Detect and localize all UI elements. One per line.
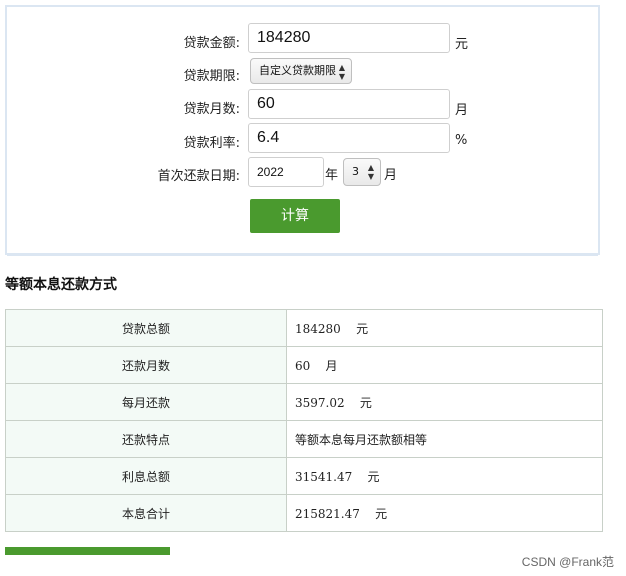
watermark: CSDN @Frank范	[521, 555, 614, 569]
amount-unit: 元	[455, 37, 469, 52]
select-arrows-icon: ▲ ▼	[338, 63, 345, 81]
table-row: 利息总额 31541.47 元	[5, 457, 603, 495]
term-select[interactable]: 自定义贷款期限 ▲ ▼	[250, 58, 352, 84]
row-unit: 元	[356, 321, 369, 336]
month-unit: 月	[384, 168, 398, 183]
rate-unit: %	[455, 133, 468, 148]
row-key: 每月还款	[5, 383, 287, 421]
loan-form-panel: 贷款金额: 184280 元 贷款期限: 自定义贷款期限 ▲ ▼ 贷款月数: 60…	[5, 5, 600, 256]
row-value-cell: 等额本息每月还款额相等	[286, 420, 603, 458]
table-row: 还款特点 等额本息每月还款额相等	[5, 420, 603, 458]
month-select[interactable]: 3 ▲ ▼	[343, 158, 381, 186]
row-key: 利息总额	[5, 457, 287, 495]
term-label: 贷款期限:	[183, 69, 240, 84]
row-unit: 元	[367, 469, 380, 484]
result-table: 贷款总额 184280 元 还款月数 60 月 每月还款 3597.02 元 还…	[5, 309, 603, 532]
row-value: 215821.47	[295, 506, 360, 521]
rate-label: 贷款利率:	[183, 136, 240, 151]
table-row: 每月还款 3597.02 元	[5, 383, 603, 421]
row-key: 还款特点	[5, 420, 287, 458]
row-key: 本息合计	[5, 494, 287, 532]
months-input[interactable]: 60	[248, 89, 450, 119]
row-value: 等额本息每月还款额相等	[295, 432, 428, 447]
table-row: 本息合计 215821.47 元	[5, 494, 603, 532]
amount-label: 贷款金额:	[183, 36, 240, 51]
term-select-value: 自定义贷款期限	[259, 64, 336, 77]
row-value-cell: 3597.02 元	[286, 383, 603, 421]
row-value-cell: 60 月	[286, 346, 603, 384]
row-key: 还款月数	[5, 346, 287, 384]
result-section-title: 等额本息还款方式	[5, 277, 117, 293]
row-unit: 元	[359, 395, 372, 410]
first-date-label: 首次还款日期:	[157, 169, 240, 184]
month-select-value: 3	[352, 165, 359, 178]
row-value: 3597.02	[295, 395, 345, 410]
months-label: 贷款月数:	[183, 102, 240, 117]
row-value-cell: 215821.47 元	[286, 494, 603, 532]
row-value: 31541.47	[295, 469, 353, 484]
table-row: 贷款总额 184280 元	[5, 309, 603, 347]
rate-input[interactable]: 6.4	[248, 123, 450, 153]
row-value-cell: 31541.47 元	[286, 457, 603, 495]
bottom-accent-bar	[5, 547, 170, 555]
months-unit: 月	[455, 103, 469, 118]
amount-input[interactable]: 184280	[248, 23, 450, 53]
select-arrows-icon: ▲ ▼	[367, 163, 374, 181]
year-unit: 年	[325, 168, 339, 183]
year-input[interactable]: 2022	[248, 157, 324, 187]
table-row: 还款月数 60 月	[5, 346, 603, 384]
row-key: 贷款总额	[5, 309, 287, 347]
row-value: 184280	[295, 321, 341, 336]
calculate-button[interactable]: 计算	[250, 199, 340, 233]
row-value: 60	[295, 358, 311, 373]
row-value-cell: 184280 元	[286, 309, 603, 347]
row-unit: 元	[375, 506, 388, 521]
row-unit: 月	[325, 358, 338, 373]
